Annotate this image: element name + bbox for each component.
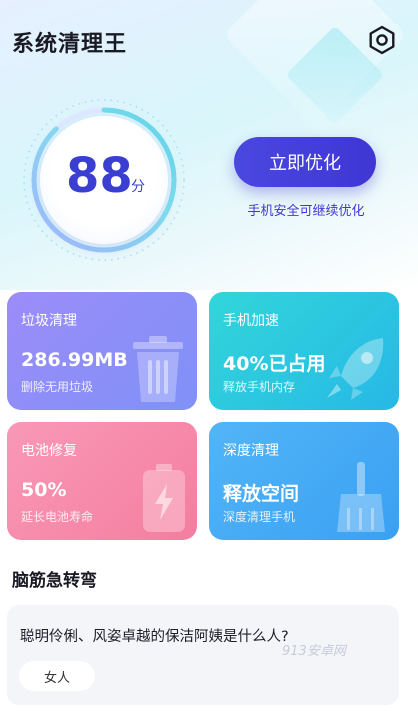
trash-icon <box>133 336 183 402</box>
card-title: 深度清理 <box>223 443 279 459</box>
card-value: 286.99MB <box>21 349 128 371</box>
score-gauge: 88 分 <box>20 96 188 264</box>
card-subtitle: 延长电池寿命 <box>21 510 94 524</box>
card-title: 电池修复 <box>21 443 77 459</box>
broom-icon <box>337 462 385 532</box>
card-title: 手机加速 <box>223 313 279 329</box>
riddle-section-title: 脑筋急转弯 <box>12 571 97 591</box>
settings-icon[interactable] <box>366 24 398 56</box>
app-title: 系统清理王 <box>12 32 128 57</box>
answer-button[interactable]: 女人 <box>19 661 95 691</box>
deep-cleanup-card[interactable]: 深度清理 释放空间 深度清理手机 <box>209 422 399 540</box>
score-value: 88 <box>66 148 133 204</box>
card-value: 释放空间 <box>223 483 300 505</box>
optimize-now-button[interactable]: 立即优化 <box>234 137 376 187</box>
card-value: 40%已占用 <box>223 353 326 375</box>
optimize-hint: 手机安全可继续优化 <box>247 204 365 219</box>
battery-repair-card[interactable]: 电池修复 50% 延长电池寿命 <box>7 422 197 540</box>
watermark-logo: 913安卓网 <box>282 644 346 659</box>
rocket-icon <box>327 338 384 400</box>
card-value: 50% <box>21 479 67 501</box>
card-subtitle: 深度清理手机 <box>223 510 296 524</box>
phone-speedup-card[interactable]: 手机加速 40%已占用 释放手机内存 <box>209 292 399 410</box>
score-unit: 分 <box>131 179 145 195</box>
card-title: 垃圾清理 <box>21 313 77 329</box>
card-subtitle: 删除无用垃圾 <box>21 380 94 394</box>
junk-cleanup-card[interactable]: 垃圾清理 286.99MB 删除无用垃圾 <box>7 292 197 410</box>
riddle-question: 聪明伶俐、风姿卓越的保洁阿姨是什么人? <box>20 629 289 645</box>
battery-icon <box>143 464 185 532</box>
card-subtitle: 释放手机内存 <box>223 380 296 394</box>
